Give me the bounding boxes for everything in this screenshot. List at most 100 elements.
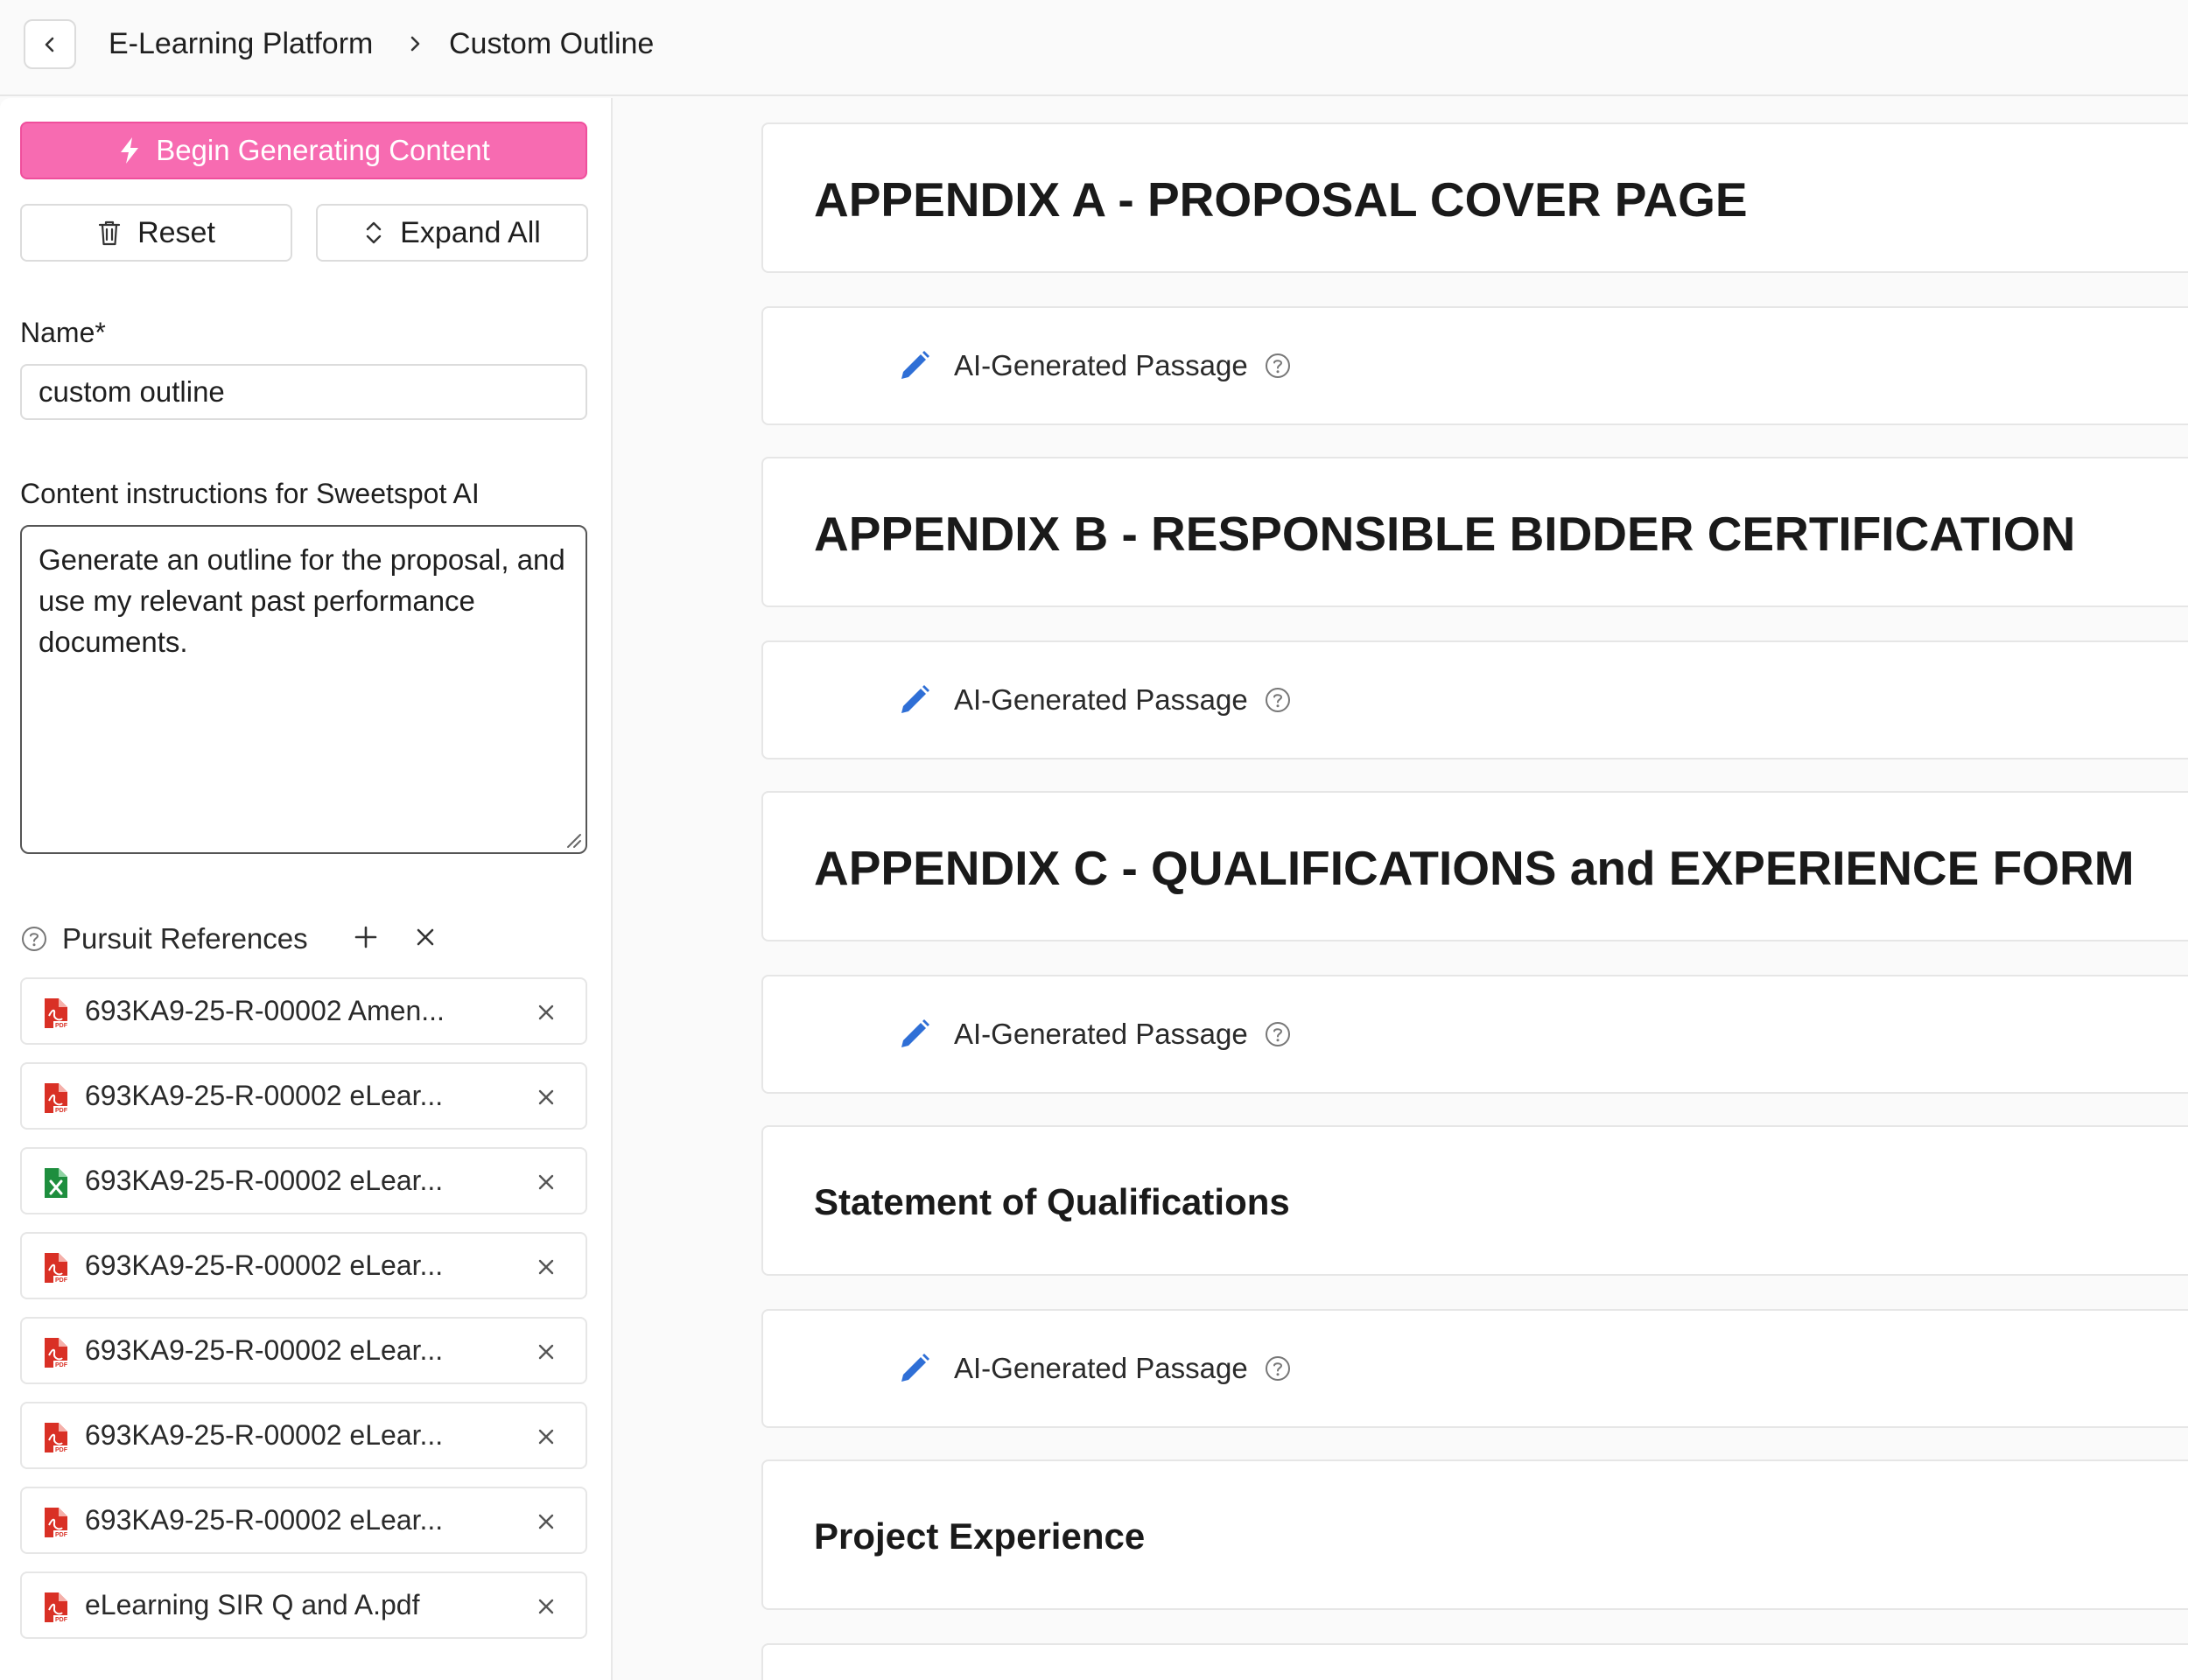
pencil-icon[interactable]: [896, 347, 933, 384]
reference-name: 693KA9-25-R-00002 eLear...: [85, 1504, 444, 1536]
ai-passage-card[interactable]: AI-Generated Passage: [761, 640, 2188, 760]
svg-text:PDF: PDF: [55, 1617, 68, 1623]
ai-passage-row: AI-Generated Passage: [896, 642, 1292, 758]
remove-reference-icon[interactable]: [535, 1171, 558, 1194]
pursuit-references-header: Pursuit References: [20, 919, 545, 959]
section-title: Statement of Qualifications: [814, 1181, 1290, 1222]
reference-item[interactable]: PDF 693KA9-25-R-00002 eLear...: [20, 1232, 587, 1299]
excel-file-icon: [45, 1168, 67, 1198]
outline-section-heading[interactable]: APPENDIX A - PROPOSAL COVER PAGE: [761, 122, 2188, 273]
reference-name: 693KA9-25-R-00002 eLear...: [85, 1080, 444, 1111]
outline-section-heading[interactable]: Statement of Qualifications: [761, 1125, 2188, 1276]
remove-reference-icon[interactable]: [535, 1595, 558, 1618]
remove-reference-icon[interactable]: [535, 1340, 558, 1363]
reference-name: 693KA9-25-R-00002 eLear...: [85, 1165, 444, 1196]
ai-passage-row: AI-Generated Passage: [896, 1311, 1292, 1426]
ai-passage-card[interactable]: AI-Generated Passage: [761, 1309, 2188, 1428]
remove-reference-icon[interactable]: [535, 1256, 558, 1278]
ai-passage-card[interactable]: AI-Generated Passage: [761, 306, 2188, 425]
top-bar: E-Learning Platform Custom Outline: [0, 0, 2188, 96]
reference-item[interactable]: PDF 693KA9-25-R-00002 eLear...: [20, 1062, 587, 1130]
svg-text:PDF: PDF: [55, 1023, 68, 1029]
reset-button[interactable]: Reset: [20, 204, 292, 262]
pdf-file-icon: PDF: [45, 998, 69, 1029]
help-circle-icon[interactable]: [1264, 686, 1292, 714]
remove-reference-icon[interactable]: [535, 1001, 558, 1024]
chevrons-up-down-icon: [366, 221, 382, 244]
ai-passage-card[interactable]: AI-Generated Passage: [761, 975, 2188, 1094]
reference-item[interactable]: 693KA9-25-R-00002 eLear...: [20, 1147, 587, 1214]
reference-item[interactable]: PDF 693KA9-25-R-00002 Amen...: [20, 977, 587, 1045]
breadcrumb-item-platform[interactable]: E-Learning Platform: [109, 0, 373, 88]
pdf-file-icon: PDF: [45, 1592, 69, 1623]
pdf-file-icon-wrapper: PDF: [41, 1591, 71, 1628]
expand-all-button[interactable]: Expand All: [316, 204, 588, 262]
pursuit-references-title: Pursuit References: [62, 922, 308, 955]
reference-item[interactable]: PDF 693KA9-25-R-00002 eLear...: [20, 1402, 587, 1469]
pdf-file-icon: PDF: [45, 1338, 69, 1368]
plus-icon[interactable]: [351, 922, 381, 952]
svg-text:PDF: PDF: [55, 1278, 68, 1284]
svg-text:PDF: PDF: [55, 1108, 68, 1114]
instructions-text: Generate an outline for the proposal, an…: [39, 543, 565, 658]
reference-name: 693KA9-25-R-00002 eLear...: [85, 1419, 444, 1451]
outline-section-heading[interactable]: Project Experience: [761, 1460, 2188, 1610]
sidebar: Begin Generating Content Reset Expand Al…: [0, 98, 613, 1680]
help-circle-icon[interactable]: [1264, 1354, 1292, 1382]
pencil-icon[interactable]: [896, 1350, 933, 1387]
pdf-file-icon-wrapper: PDF: [41, 1421, 71, 1459]
pencil-icon[interactable]: [896, 682, 933, 718]
pdf-file-icon: PDF: [45, 1508, 69, 1538]
ai-passage-label: AI-Generated Passage: [954, 683, 1248, 716]
svg-text:PDF: PDF: [55, 1362, 68, 1368]
outline-card-partial[interactable]: [761, 1643, 2188, 1680]
close-icon[interactable]: [412, 924, 438, 950]
svg-text:PDF: PDF: [55, 1447, 68, 1453]
pdf-file-icon: PDF: [45, 1083, 69, 1114]
remove-reference-icon[interactable]: [535, 1086, 558, 1109]
pdf-file-icon: PDF: [45, 1253, 69, 1284]
reference-item[interactable]: PDF 693KA9-25-R-00002 eLear...: [20, 1487, 587, 1554]
pdf-file-icon-wrapper: PDF: [41, 997, 71, 1034]
begin-generating-label: Begin Generating Content: [156, 134, 490, 166]
reference-item[interactable]: PDF 693KA9-25-R-00002 eLear...: [20, 1317, 587, 1384]
section-title: APPENDIX B - RESPONSIBLE BIDDER CERTIFIC…: [814, 507, 2076, 561]
instructions-label: Content instructions for Sweetspot AI: [20, 478, 480, 509]
section-title: Project Experience: [814, 1516, 1146, 1557]
pencil-icon[interactable]: [896, 1016, 933, 1053]
back-button[interactable]: [24, 19, 76, 69]
reference-name: 693KA9-25-R-00002 eLear...: [85, 1250, 444, 1281]
outline-section-heading[interactable]: APPENDIX C - QUALIFICATIONS and EXPERIEN…: [761, 791, 2188, 942]
help-circle-icon[interactable]: [20, 925, 48, 953]
begin-generating-button[interactable]: Begin Generating Content: [20, 122, 587, 179]
pdf-file-icon: PDF: [45, 1423, 69, 1453]
section-title: APPENDIX A - PROPOSAL COVER PAGE: [814, 172, 1748, 227]
help-circle-icon[interactable]: [1264, 1020, 1292, 1048]
reset-label: Reset: [137, 215, 215, 249]
excel-file-icon-wrapper: [41, 1166, 71, 1204]
breadcrumb-item-current: Custom Outline: [449, 26, 655, 60]
chevron-left-icon: [45, 37, 54, 52]
reference-name: 693KA9-25-R-00002 Amen...: [85, 995, 445, 1026]
remove-reference-icon[interactable]: [535, 1425, 558, 1448]
outline-panel: APPENDIX A - PROPOSAL COVER PAGE AI-Gener…: [614, 98, 2188, 1680]
pdf-file-icon-wrapper: PDF: [41, 1251, 71, 1289]
chevron-right-icon: [410, 36, 420, 52]
ai-passage-label: AI-Generated Passage: [954, 1018, 1248, 1050]
name-input[interactable]: custom outline: [20, 364, 587, 420]
lightning-icon: [121, 137, 139, 164]
help-circle-icon[interactable]: [1264, 352, 1292, 380]
name-label: Name*: [20, 317, 106, 348]
pdf-file-icon-wrapper: PDF: [41, 1082, 71, 1119]
pdf-file-icon-wrapper: PDF: [41, 1336, 71, 1374]
reference-name: 693KA9-25-R-00002 eLear...: [85, 1334, 444, 1366]
remove-reference-icon[interactable]: [535, 1510, 558, 1533]
reference-name: eLearning SIR Q and A.pdf: [85, 1589, 420, 1620]
outline-section-heading[interactable]: APPENDIX B - RESPONSIBLE BIDDER CERTIFIC…: [761, 457, 2188, 607]
instructions-textarea[interactable]: Generate an outline for the proposal, an…: [20, 525, 587, 854]
resize-grip-icon[interactable]: [563, 830, 582, 849]
reference-item[interactable]: PDF eLearning SIR Q and A.pdf: [20, 1572, 587, 1639]
ai-passage-label: AI-Generated Passage: [954, 1352, 1248, 1384]
ai-passage-label: AI-Generated Passage: [954, 349, 1248, 382]
svg-text:PDF: PDF: [55, 1532, 68, 1538]
